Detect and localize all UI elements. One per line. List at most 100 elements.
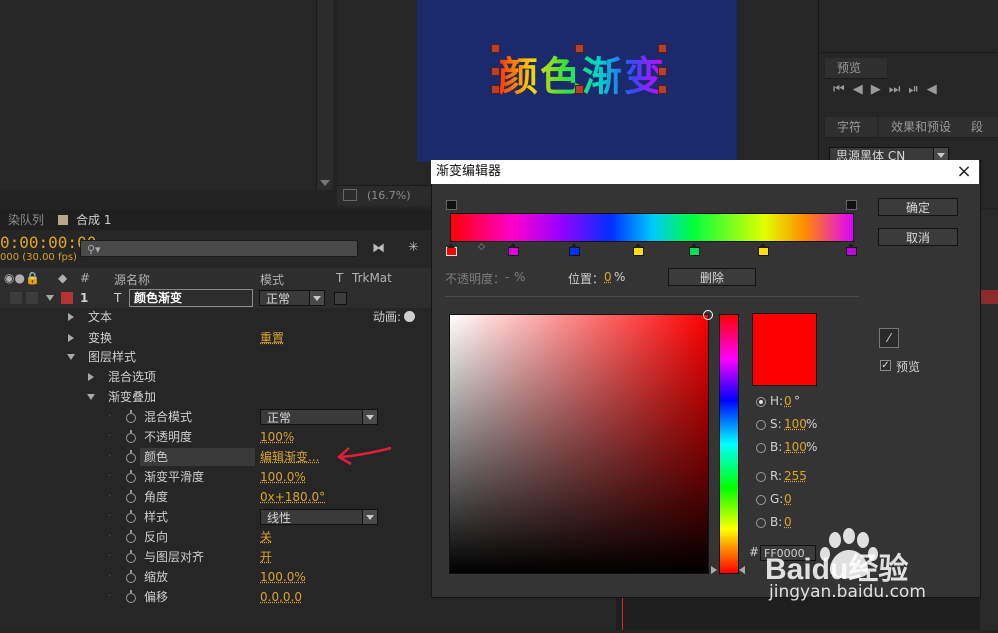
selection-handle[interactable] <box>491 67 500 76</box>
preview-checkbox[interactable]: ✓ <box>880 360 891 371</box>
play-circle-icon[interactable] <box>404 311 415 322</box>
opacity-stop-right[interactable] <box>846 200 857 210</box>
hue-slider-handle-right[interactable] <box>739 566 745 574</box>
opacity-value[interactable]: 100% <box>260 427 294 447</box>
edit-gradient-link[interactable]: 编辑渐变... <box>260 447 319 467</box>
reset-link[interactable]: 重置 <box>260 328 284 348</box>
s-radio[interactable] <box>756 420 766 430</box>
stopwatch-icon[interactable] <box>126 533 136 543</box>
saturation-brightness-picker[interactable] <box>449 314 709 574</box>
layer-mode-dropdown[interactable]: 正常 <box>259 290 325 306</box>
layer-bar[interactable] <box>980 290 998 304</box>
selection-handle[interactable] <box>658 44 667 53</box>
prop-angle[interactable]: · 角度 0x+180.0° <box>0 487 440 507</box>
h-value[interactable]: 0 <box>784 394 792 408</box>
picker-cursor[interactable] <box>703 310 713 320</box>
stopwatch-icon[interactable] <box>126 553 136 563</box>
prop-offset[interactable]: · 偏移 0.0,0.0 <box>0 587 440 607</box>
col-hash[interactable]: # <box>80 271 90 285</box>
draft-3d-icon[interactable]: ✳ <box>408 240 419 255</box>
selection-handle[interactable] <box>575 44 584 53</box>
gradient-bar[interactable] <box>450 213 854 242</box>
layer-styles-row[interactable]: 图层样式 <box>0 347 440 367</box>
text-row[interactable]: 文本 动画: <box>0 307 440 327</box>
reverse-value[interactable]: 关 <box>260 527 272 547</box>
prop-scale[interactable]: · 缩放 100.0% <box>0 567 440 587</box>
current-time-indicator[interactable] <box>622 596 623 630</box>
layer-name-field[interactable]: 颜色渐变 <box>129 289 253 307</box>
eye-toggle[interactable] <box>10 292 22 304</box>
s-value[interactable]: 100 <box>784 417 807 431</box>
cancel-button[interactable]: 取消 <box>878 228 958 246</box>
scroll-down-icon[interactable] <box>320 180 330 186</box>
col-trkmat[interactable]: TrkMat <box>352 271 392 285</box>
tab-preview[interactable]: 预览 <box>825 58 887 79</box>
stopwatch-icon[interactable] <box>126 493 136 503</box>
stopwatch-icon[interactable] <box>126 573 136 583</box>
opacity-stop-left[interactable] <box>446 200 457 210</box>
prop-blend-mode[interactable]: · 混合模式 正常 <box>0 407 440 427</box>
prop-style[interactable]: · 样式 线性 <box>0 507 440 527</box>
gradient-overlay-row[interactable]: 渐变叠加 <box>0 387 440 407</box>
opacity-value[interactable]: - <box>505 270 509 284</box>
expand-icon[interactable] <box>88 373 94 381</box>
color-stop[interactable] <box>569 247 580 256</box>
g-value[interactable]: 0 <box>784 492 792 506</box>
color-stop[interactable] <box>508 247 519 256</box>
selection-handle[interactable] <box>491 44 500 53</box>
color-stop-selected[interactable] <box>446 247 457 256</box>
r-radio[interactable] <box>756 472 766 482</box>
layer-search-input[interactable]: ⚲▾ <box>80 240 358 257</box>
selection-handle[interactable] <box>575 85 584 94</box>
tab-render-queue[interactable]: 染队列 <box>0 210 52 230</box>
position-value[interactable]: 0 <box>604 270 612 284</box>
stopwatch-icon[interactable] <box>126 413 136 423</box>
offset-value[interactable]: 0.0,0.0 <box>260 587 302 607</box>
r-value[interactable]: 255 <box>784 469 807 483</box>
tab-effects[interactable]: 效果和预设 <box>879 117 959 138</box>
tab-character[interactable]: 字符 <box>825 117 877 138</box>
label-color[interactable] <box>61 292 73 304</box>
tab-composition[interactable]: 合成 1 <box>68 210 119 230</box>
stopwatch-icon[interactable] <box>126 473 136 483</box>
midpoint-diamond-icon[interactable]: ◇ <box>478 242 485 252</box>
selection-handle[interactable] <box>658 85 667 94</box>
region-icon[interactable] <box>343 189 357 201</box>
blending-options-row[interactable]: 混合选项 <box>0 367 440 387</box>
close-icon[interactable]: × <box>955 163 973 181</box>
collapse-icon[interactable] <box>46 295 54 301</box>
zoom-level[interactable]: (16.7%) <box>367 189 411 202</box>
col-mode[interactable]: 模式 <box>260 271 284 288</box>
transform-row[interactable]: 变换 重置 <box>0 328 440 348</box>
collapse-icon[interactable] <box>67 354 75 360</box>
graph-editor-icon[interactable]: ⧓ <box>372 241 385 256</box>
b-radio[interactable] <box>756 443 766 453</box>
hue-slider-handle-left[interactable] <box>711 566 717 574</box>
stopwatch-icon[interactable] <box>126 433 136 443</box>
delete-button[interactable]: 删除 <box>668 268 756 286</box>
prop-align-with-layer[interactable]: · 与图层对齐 开 <box>0 547 440 567</box>
layer-row[interactable]: 1 T 颜色渐变 正常 <box>0 288 440 308</box>
smoothness-value[interactable]: 100.0% <box>260 467 306 487</box>
selection-handle[interactable] <box>658 67 667 76</box>
ok-button[interactable]: 确定 <box>878 198 958 216</box>
label-icon[interactable]: ◆ <box>58 271 67 285</box>
col-t[interactable]: T <box>336 271 343 285</box>
expand-icon[interactable] <box>68 334 74 342</box>
stopwatch-icon[interactable] <box>126 593 136 603</box>
col-source-name[interactable]: 源名称 <box>114 271 150 288</box>
style-dropdown[interactable]: 线性 <box>260 509 378 525</box>
prop-gradient-smoothness[interactable]: · 渐变平滑度 100.0% <box>0 467 440 487</box>
h-radio[interactable] <box>756 397 766 407</box>
visibility-icon[interactable]: ◉●🔒 <box>4 271 40 285</box>
color-stop[interactable] <box>633 247 644 256</box>
blend-mode-dropdown[interactable]: 正常 <box>260 409 378 425</box>
color-stop[interactable] <box>846 247 857 256</box>
preserve-transparency-toggle[interactable] <box>334 292 347 305</box>
eyedropper-icon[interactable]: ⁄ <box>879 328 899 348</box>
stopwatch-icon[interactable] <box>126 453 136 463</box>
hue-slider[interactable] <box>719 314 739 574</box>
color-stop[interactable] <box>689 247 700 256</box>
vertical-scrollbar[interactable] <box>316 0 333 190</box>
stopwatch-icon[interactable] <box>126 513 136 523</box>
